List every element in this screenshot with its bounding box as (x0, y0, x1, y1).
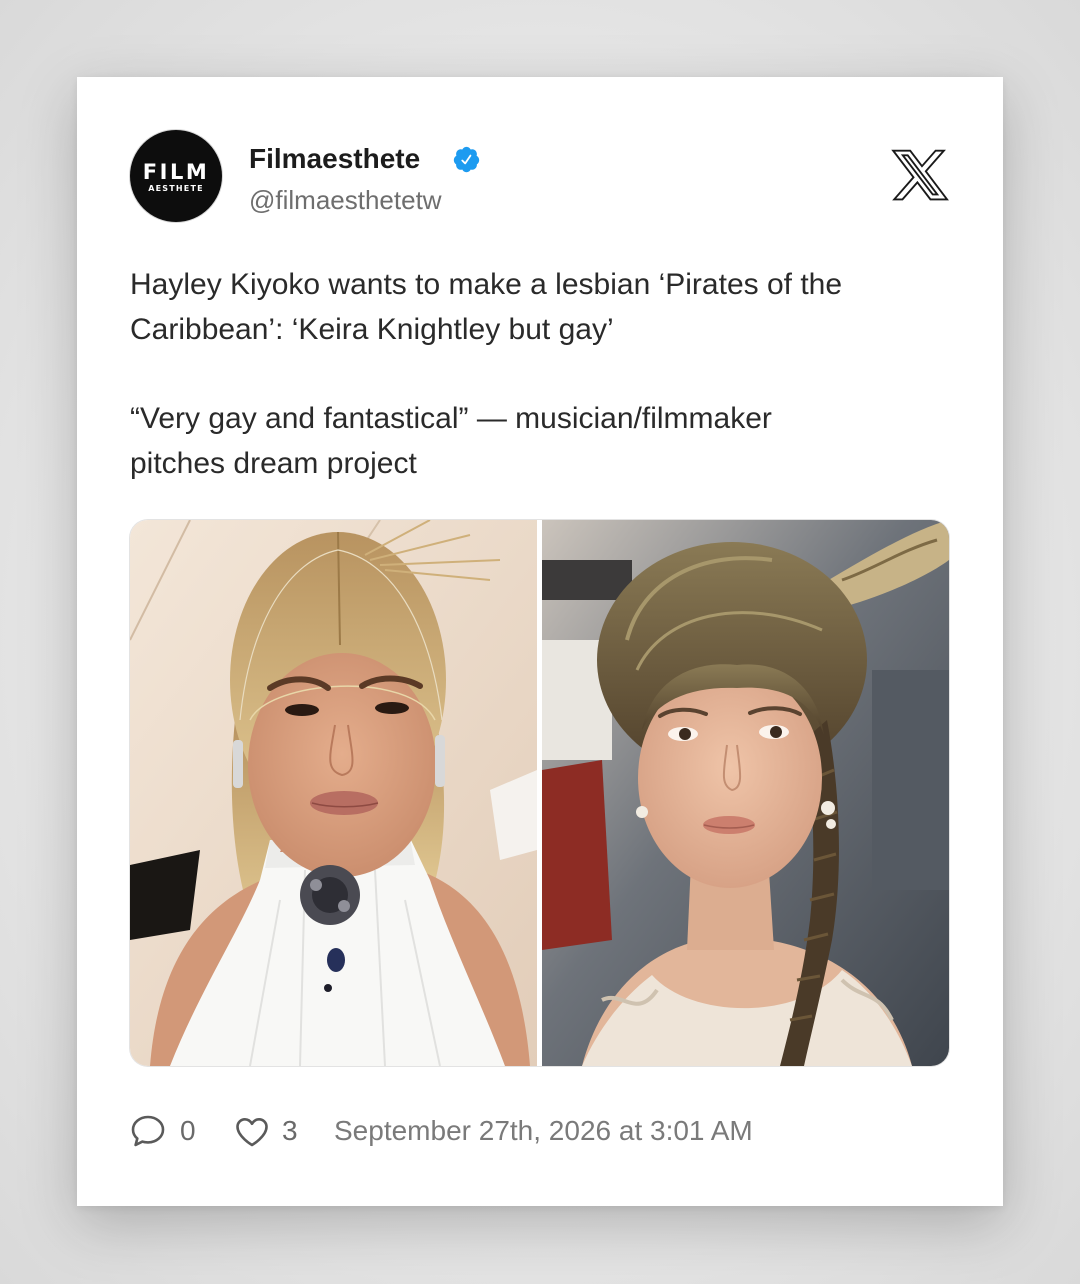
media-image-left[interactable] (130, 520, 537, 1066)
tweet-line: Caribbean’: ‘Keira Knightley but gay’ (130, 313, 614, 346)
media-image-right[interactable] (542, 520, 949, 1066)
like-count: 3 (282, 1115, 298, 1146)
tweet-line: “Very gay and fantastical” — musician/fi… (130, 402, 772, 435)
tweet-text: Hayley Kiyoko wants to make a lesbian ‘P… (130, 262, 950, 486)
avatar[interactable]: FILM AESTHETE (130, 130, 222, 222)
tweet-paragraph: “Very gay and fantastical” — musician/fi… (130, 396, 950, 486)
comment-bubble-icon[interactable] (129, 1112, 167, 1150)
avatar-logo-line1: FILM (142, 159, 210, 184)
tweet-line: Hayley Kiyoko wants to make a lesbian ‘P… (130, 268, 843, 301)
tweet-paragraph: Hayley Kiyoko wants to make a lesbian ‘P… (130, 262, 950, 352)
tweet-timestamp[interactable]: September 27th, 2026 at 3:01 AM (334, 1114, 753, 1148)
verified-badge-icon (453, 146, 480, 173)
author-handle[interactable]: @filmaesthetetw (249, 184, 442, 216)
comment-count: 0 (180, 1115, 196, 1146)
media-grid (130, 520, 949, 1066)
heart-icon[interactable] (233, 1113, 271, 1151)
avatar-logo-line2: AESTHETE (148, 183, 204, 193)
x-logo-icon[interactable] (890, 144, 950, 206)
author-name[interactable]: Filmaesthete (249, 142, 420, 176)
tweet-line: pitches dream project (130, 447, 417, 480)
